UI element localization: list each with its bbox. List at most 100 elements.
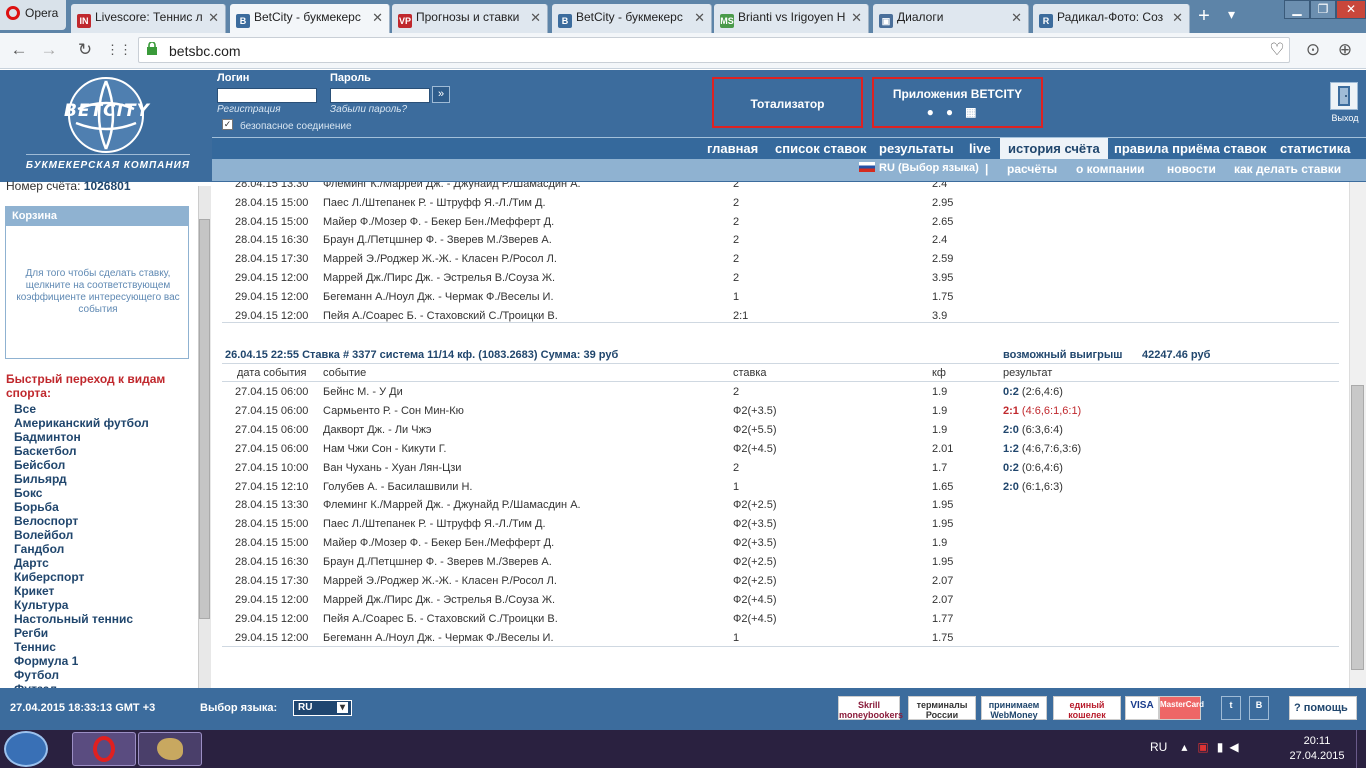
reload-icon[interactable]: ↻ bbox=[74, 39, 96, 61]
sport-link[interactable]: Формула 1 bbox=[14, 654, 78, 668]
opera-menu-button[interactable]: Opera bbox=[0, 0, 66, 30]
main-scroll-thumb[interactable] bbox=[1351, 385, 1364, 670]
submenu-item[interactable]: как делать ставки bbox=[1234, 162, 1341, 176]
sport-link[interactable]: Баскетбол bbox=[14, 444, 76, 458]
url-field[interactable]: betsbc.com bbox=[138, 37, 1290, 63]
cell-kf[interactable]: 2.95 bbox=[932, 197, 953, 209]
taskbar-paint-icon[interactable] bbox=[138, 732, 202, 766]
menu-item[interactable]: live bbox=[969, 141, 991, 156]
login-input[interactable] bbox=[217, 88, 317, 103]
sport-link[interactable]: Киберспорт bbox=[14, 570, 84, 584]
sport-link[interactable]: Бильярд bbox=[14, 472, 67, 486]
back-icon[interactable]: ← bbox=[8, 39, 30, 61]
cell-kf[interactable]: 2.07 bbox=[932, 594, 953, 606]
brand-logo-text[interactable]: BETCITY bbox=[64, 101, 149, 121]
tab-menu-icon[interactable]: ▾ bbox=[1228, 6, 1235, 23]
sport-link[interactable]: Дартс bbox=[14, 556, 49, 570]
cell-kf[interactable]: 2.4 bbox=[932, 182, 947, 190]
maximize-button[interactable]: ❐ bbox=[1310, 0, 1336, 19]
tray-volume-icon[interactable]: ◀ bbox=[1229, 740, 1238, 754]
exit-label[interactable]: Выход bbox=[1326, 113, 1364, 123]
twitter-icon[interactable]: t bbox=[1221, 696, 1241, 720]
wallet-one-logo[interactable]: единый кошелек bbox=[1053, 696, 1121, 720]
android-icon[interactable]: ● bbox=[927, 105, 946, 119]
apple-icon[interactable]: ● bbox=[946, 105, 965, 119]
tab-close-icon[interactable]: ✕ bbox=[530, 10, 541, 26]
menu-item[interactable]: статистика bbox=[1280, 141, 1351, 156]
cell-kf[interactable]: 1.95 bbox=[932, 518, 953, 530]
show-desktop-button[interactable] bbox=[1356, 730, 1366, 768]
cell-kf[interactable]: 1.95 bbox=[932, 499, 953, 511]
speed-dial-icon[interactable]: ⋮⋮ bbox=[106, 39, 132, 61]
forgot-password-link[interactable]: Забыли пароль? bbox=[330, 104, 407, 115]
start-button-icon[interactable] bbox=[4, 731, 48, 767]
cell-kf[interactable]: 1.9 bbox=[932, 537, 947, 549]
tab-close-icon[interactable]: ✕ bbox=[851, 10, 862, 26]
webmoney-logo[interactable]: принимаем WebMoney bbox=[981, 696, 1047, 720]
sport-link[interactable]: Футбол bbox=[14, 668, 59, 682]
taskbar-clock[interactable]: 20:11 27.04.2015 bbox=[1282, 734, 1352, 764]
cell-kf[interactable]: 2.59 bbox=[932, 253, 953, 265]
tab-close-icon[interactable]: ✕ bbox=[1172, 10, 1183, 26]
visa-logo[interactable]: VISA bbox=[1125, 696, 1159, 720]
sport-link[interactable]: Бейсбол bbox=[14, 458, 65, 472]
submenu-item[interactable]: о компании bbox=[1076, 162, 1144, 176]
menu-item[interactable]: история счёта bbox=[1000, 138, 1108, 159]
tab-close-icon[interactable]: ✕ bbox=[1011, 10, 1022, 26]
sport-link[interactable]: Крикет bbox=[14, 584, 54, 598]
cell-kf[interactable]: 3.95 bbox=[932, 272, 953, 284]
forward-icon[interactable]: → bbox=[38, 39, 60, 61]
cell-kf[interactable]: 1.77 bbox=[932, 613, 953, 625]
submenu-item[interactable]: расчёты bbox=[1007, 162, 1057, 176]
sport-link[interactable]: Настольный теннис bbox=[14, 612, 133, 626]
bookmark-heart-icon[interactable]: ♡ bbox=[1266, 39, 1288, 61]
sport-link[interactable]: Регби bbox=[14, 626, 48, 640]
cell-kf[interactable]: 1.9 bbox=[932, 424, 947, 436]
browser-tab[interactable]: B BetCity - букмекерс ✕ bbox=[552, 4, 712, 33]
taskbar-opera-icon[interactable] bbox=[72, 732, 136, 766]
cell-kf[interactable]: 1.95 bbox=[932, 556, 953, 568]
sport-link[interactable]: Американский футбол bbox=[14, 416, 149, 430]
submenu-item[interactable]: новости bbox=[1167, 162, 1216, 176]
cell-kf[interactable]: 1.9 bbox=[932, 405, 947, 417]
browser-tab[interactable]: VP Прогнозы и ставки ✕ bbox=[392, 4, 548, 33]
login-submit-button[interactable]: » bbox=[432, 86, 450, 103]
tab-close-icon[interactable]: ✕ bbox=[694, 10, 705, 26]
cell-kf[interactable]: 1.75 bbox=[932, 632, 953, 644]
terminals-logo[interactable]: терминалы России bbox=[908, 696, 976, 720]
secure-connection-checkbox[interactable]: ✓ bbox=[222, 119, 233, 130]
cell-kf[interactable]: 1.7 bbox=[932, 462, 947, 474]
vk-icon[interactable]: B bbox=[1249, 696, 1269, 720]
sport-link[interactable]: Культура bbox=[14, 598, 68, 612]
password-input[interactable] bbox=[330, 88, 430, 103]
browser-tab[interactable]: MS Brianti vs Irigoyen H ✕ bbox=[714, 4, 869, 33]
tray-signal-icon[interactable]: ▮ bbox=[1217, 740, 1224, 754]
menu-item[interactable]: список ставок bbox=[775, 141, 866, 156]
menu-item[interactable]: результаты bbox=[879, 141, 954, 156]
exit-door-icon[interactable] bbox=[1330, 82, 1358, 110]
browser-tab[interactable]: ▣ Диалоги ✕ bbox=[873, 4, 1029, 33]
tab-close-icon[interactable]: ✕ bbox=[208, 10, 219, 26]
tray-network-icon[interactable]: ▣ bbox=[1197, 740, 1208, 754]
windows-icon[interactable]: ▦ bbox=[965, 105, 988, 119]
minimize-button[interactable]: ▁ bbox=[1284, 0, 1310, 19]
browser-tab[interactable]: R Радикал-Фото: Соз ✕ bbox=[1033, 4, 1190, 33]
mastercard-logo[interactable]: MasterCard bbox=[1159, 696, 1204, 720]
sport-link[interactable]: Все bbox=[14, 402, 36, 416]
language-switcher[interactable]: RU (Выбор языка) bbox=[879, 162, 979, 174]
sync-icon[interactable]: ⊕ bbox=[1334, 39, 1356, 61]
sport-link[interactable]: Волейбол bbox=[14, 528, 73, 542]
cell-kf[interactable]: 1.75 bbox=[932, 291, 953, 303]
tab-close-icon[interactable]: ✕ bbox=[372, 10, 383, 26]
browser-tab[interactable]: IN Livescore: Теннис л ✕ bbox=[71, 4, 226, 33]
menu-item[interactable]: правила приёма ставок bbox=[1114, 141, 1267, 156]
new-tab-button[interactable]: + bbox=[1194, 6, 1214, 26]
sport-link[interactable]: Гандбол bbox=[14, 542, 64, 556]
cell-kf[interactable]: 1.65 bbox=[932, 481, 953, 493]
sidebar-scroll-thumb[interactable] bbox=[199, 219, 210, 619]
register-link[interactable]: Регистрация bbox=[217, 104, 281, 115]
sport-link[interactable]: Бадминтон bbox=[14, 430, 81, 444]
cell-kf[interactable]: 2.65 bbox=[932, 216, 953, 228]
sport-link[interactable]: Бокс bbox=[14, 486, 42, 500]
tray-language[interactable]: RU bbox=[1150, 740, 1167, 754]
